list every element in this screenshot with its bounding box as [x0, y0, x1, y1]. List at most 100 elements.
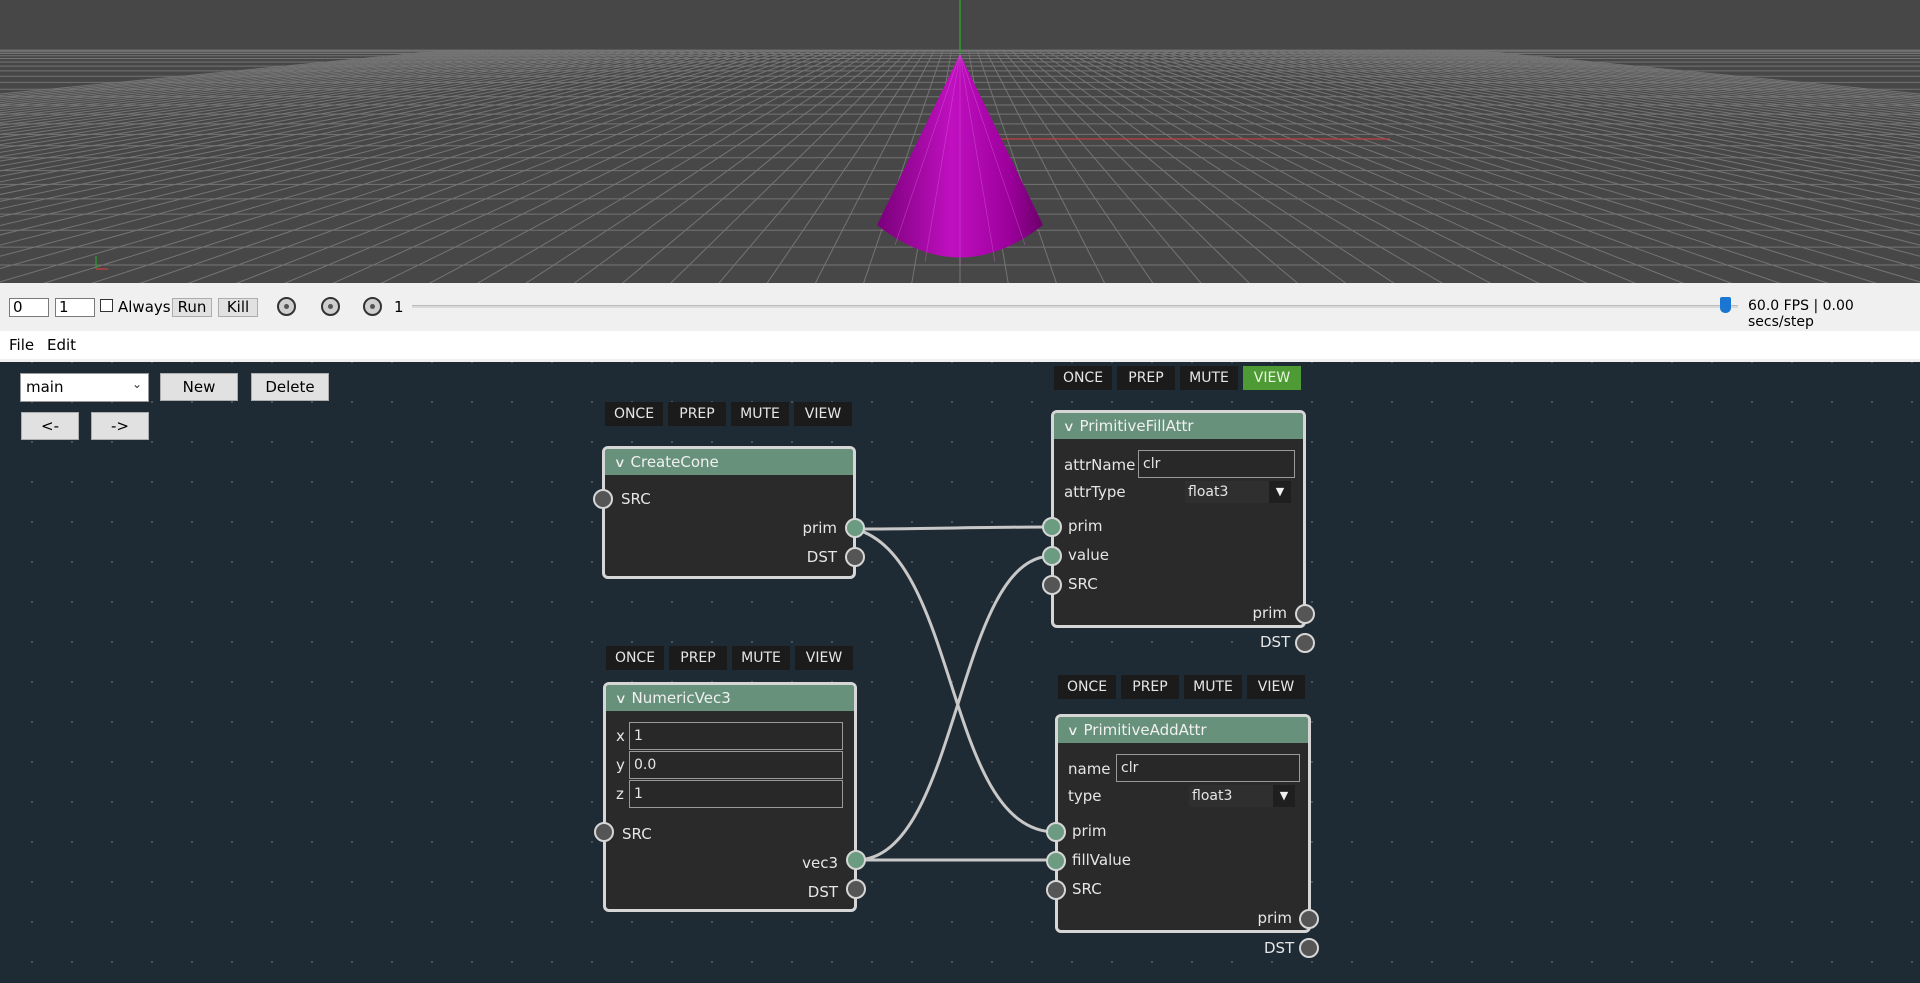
createcone-src-socket[interactable] — [593, 489, 613, 509]
node-createcone[interactable]: ∨ CreateCone SRC prim DST — [602, 446, 856, 579]
numericvec3-mute-button[interactable]: MUTE — [732, 646, 790, 670]
always-label: Always — [118, 298, 171, 316]
createcone-dst-socket[interactable] — [845, 547, 865, 567]
numericvec3-prep-button[interactable]: PREP — [669, 646, 727, 670]
numericvec3-vec3-socket[interactable] — [846, 850, 866, 870]
numericvec3-once-button[interactable]: ONCE — [606, 646, 664, 670]
play-radio-icon[interactable] — [363, 297, 382, 316]
menu-file[interactable]: File — [9, 336, 34, 354]
primitiveaddattr-in-prim-label: prim — [1072, 822, 1107, 840]
primitivefillattr-prim-in-socket[interactable] — [1042, 517, 1062, 537]
node-primitivefillattr[interactable]: ∨ PrimitiveFillAttr attrName clr attrType… — [1051, 410, 1306, 628]
primitivefillattr-prim-out-socket[interactable] — [1295, 604, 1315, 624]
primitivefillattr-once-button[interactable]: ONCE — [1054, 366, 1112, 390]
numericvec3-x-input[interactable]: 1 — [629, 722, 843, 750]
forward-button[interactable]: -> — [91, 412, 149, 440]
primitiveaddattr-mute-button[interactable]: MUTE — [1184, 675, 1242, 699]
primitivefillattr-dst-socket[interactable] — [1295, 633, 1315, 653]
primitivefillattr-value-in-socket[interactable] — [1042, 546, 1062, 566]
viewport-scene — [0, 0, 1920, 283]
primitiveaddattr-header[interactable]: ∨ PrimitiveAddAttr — [1058, 717, 1308, 743]
primitiveaddattr-dst-socket[interactable] — [1299, 938, 1319, 958]
primitiveaddattr-fillvalue-in-socket[interactable] — [1046, 851, 1066, 871]
primitiveaddattr-name-input[interactable]: clr — [1116, 754, 1300, 782]
primitivefillattr-attrtype-label: attrType — [1064, 483, 1126, 501]
collapse-chevron-icon[interactable]: ∨ — [1063, 415, 1075, 441]
createcone-view-button[interactable]: VIEW — [794, 402, 852, 426]
primitiveaddattr-in-fillvalue-label: fillValue — [1072, 851, 1131, 869]
primitivefillattr-src-socket[interactable] — [1042, 575, 1062, 595]
edge-cone-prim-to-fill-prim — [854, 525, 1053, 531]
primitivefillattr-attrtype-value: float3 — [1188, 484, 1229, 500]
numericvec3-z-label: z — [616, 785, 624, 803]
graph-select[interactable]: main ⌄ — [20, 373, 149, 402]
primitiveaddattr-out-prim-label: prim — [1257, 909, 1292, 927]
primitiveaddattr-prim-out-socket[interactable] — [1299, 909, 1319, 929]
numericvec3-header[interactable]: ∨ NumericVec3 — [606, 685, 854, 711]
createcone-header[interactable]: ∨ CreateCone — [605, 449, 853, 475]
primitiveaddattr-title: PrimitiveAddAttr — [1083, 721, 1207, 739]
primitiveaddattr-prim-in-socket[interactable] — [1046, 822, 1066, 842]
numericvec3-z-input[interactable]: 1 — [629, 780, 843, 808]
primitiveaddattr-src-socket[interactable] — [1046, 880, 1066, 900]
createcone-mute-button[interactable]: MUTE — [731, 402, 789, 426]
primitivefillattr-mute-button[interactable]: MUTE — [1180, 366, 1238, 390]
primitiveaddattr-once-button[interactable]: ONCE — [1058, 675, 1116, 699]
numericvec3-src-label: SRC — [622, 825, 652, 843]
primitivefillattr-view-button[interactable]: VIEW — [1243, 366, 1301, 390]
primitivefillattr-out-prim-label: prim — [1252, 604, 1287, 622]
numericvec3-y-label: y — [616, 756, 625, 774]
primitiveaddattr-src-label: SRC — [1072, 880, 1102, 898]
menu-edit[interactable]: Edit — [47, 336, 76, 354]
primitivefillattr-in-prim-label: prim — [1068, 517, 1103, 535]
edge-vec3-to-fill-value — [855, 554, 1053, 862]
always-checkbox[interactable] — [100, 299, 113, 312]
step-radio-icon[interactable] — [321, 297, 340, 316]
graph-select-value: main — [26, 378, 64, 396]
primitivefillattr-title: PrimitiveFillAttr — [1079, 417, 1194, 435]
collapse-chevron-icon[interactable]: ∨ — [1067, 719, 1079, 745]
axis-gizmo — [95, 256, 108, 270]
numericvec3-vec3-label: vec3 — [802, 854, 838, 872]
primitiveaddattr-name-label: name — [1068, 760, 1111, 778]
numericvec3-y-input[interactable]: 0.0 — [629, 751, 843, 779]
primitivefillattr-attrtype-select[interactable]: float3 ▼ — [1185, 481, 1291, 503]
numericvec3-title: NumericVec3 — [631, 689, 731, 707]
timeline-slider-thumb[interactable] — [1719, 297, 1731, 313]
numericvec3-src-socket[interactable] — [594, 822, 614, 842]
primitivefillattr-attrname-input[interactable]: clr — [1138, 450, 1295, 478]
primitiveaddattr-type-label: type — [1068, 787, 1102, 805]
record-radio-icon[interactable] — [277, 297, 296, 316]
primitiveaddattr-type-select[interactable]: float3 ▼ — [1189, 785, 1295, 807]
primitivefillattr-prep-button[interactable]: PREP — [1117, 366, 1175, 390]
numericvec3-dst-socket[interactable] — [846, 879, 866, 899]
delete-graph-button[interactable]: Delete — [251, 373, 329, 401]
edge-cone-prim-to-add-prim — [854, 527, 1057, 834]
node-numericvec3[interactable]: ∨ NumericVec3 x 1 y 0.0 z 1 SRC vec3 DST — [603, 682, 857, 912]
run-button[interactable]: Run — [172, 298, 212, 317]
chevron-down-icon: ⌄ — [131, 377, 142, 391]
numericvec3-view-button[interactable]: VIEW — [795, 646, 853, 670]
createcone-prep-button[interactable]: PREP — [668, 402, 726, 426]
collapse-chevron-icon[interactable]: ∨ — [615, 687, 627, 713]
timeline-slider[interactable] — [412, 305, 1738, 308]
node-primitiveaddattr[interactable]: ∨ PrimitiveAddAttr name clr type float3 ▼… — [1055, 714, 1311, 933]
menubar: File Edit — [0, 331, 1920, 359]
kill-button[interactable]: Kill — [218, 298, 258, 317]
fps-status: 60.0 FPS | 0.00 secs/step — [1748, 298, 1854, 330]
3d-viewport[interactable] — [0, 0, 1920, 283]
node-graph-editor[interactable]: main ⌄ New Delete <- -> ONCE PREP MUTE V… — [0, 362, 1920, 983]
frame-start-input[interactable]: 0 — [9, 298, 49, 317]
createcone-prim-label: prim — [802, 519, 837, 537]
primitiveaddattr-prep-button[interactable]: PREP — [1121, 675, 1179, 699]
back-button[interactable]: <- — [21, 412, 79, 440]
collapse-chevron-icon[interactable]: ∨ — [614, 451, 626, 477]
createcone-once-button[interactable]: ONCE — [605, 402, 663, 426]
primitiveaddattr-view-button[interactable]: VIEW — [1247, 675, 1305, 699]
frame-end-input[interactable]: 1 — [55, 298, 95, 317]
createcone-prim-socket[interactable] — [845, 518, 865, 538]
primitivefillattr-dst-label: DST — [1260, 633, 1291, 651]
primitivefillattr-header[interactable]: ∨ PrimitiveFillAttr — [1054, 413, 1303, 439]
node-connections — [854, 525, 1057, 862]
new-graph-button[interactable]: New — [160, 373, 238, 401]
